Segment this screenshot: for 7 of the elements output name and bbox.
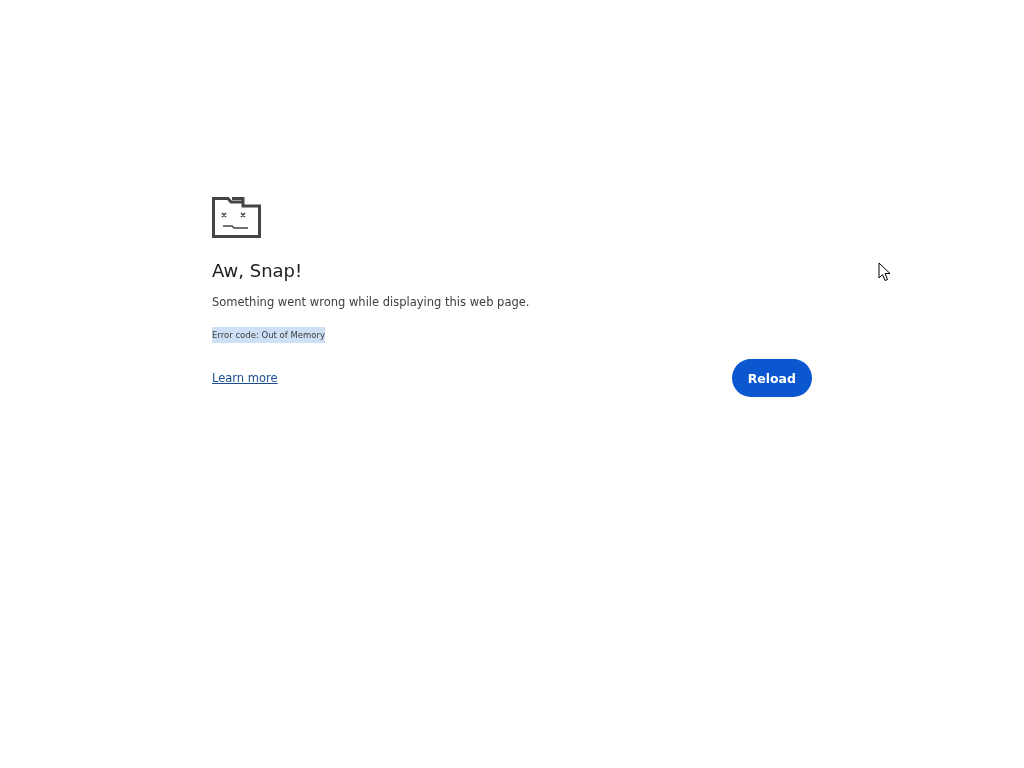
- error-code: Error code: Out of Memory: [212, 327, 326, 343]
- cursor-icon: [878, 262, 892, 282]
- error-title: Aw, Snap!: [212, 260, 303, 281]
- error-message: Something went wrong while displaying this web page.: [212, 295, 530, 309]
- sad-folder-icon: [212, 197, 261, 238]
- learn-more-link[interactable]: Learn more: [212, 371, 278, 385]
- reload-button[interactable]: Reload: [731, 359, 812, 397]
